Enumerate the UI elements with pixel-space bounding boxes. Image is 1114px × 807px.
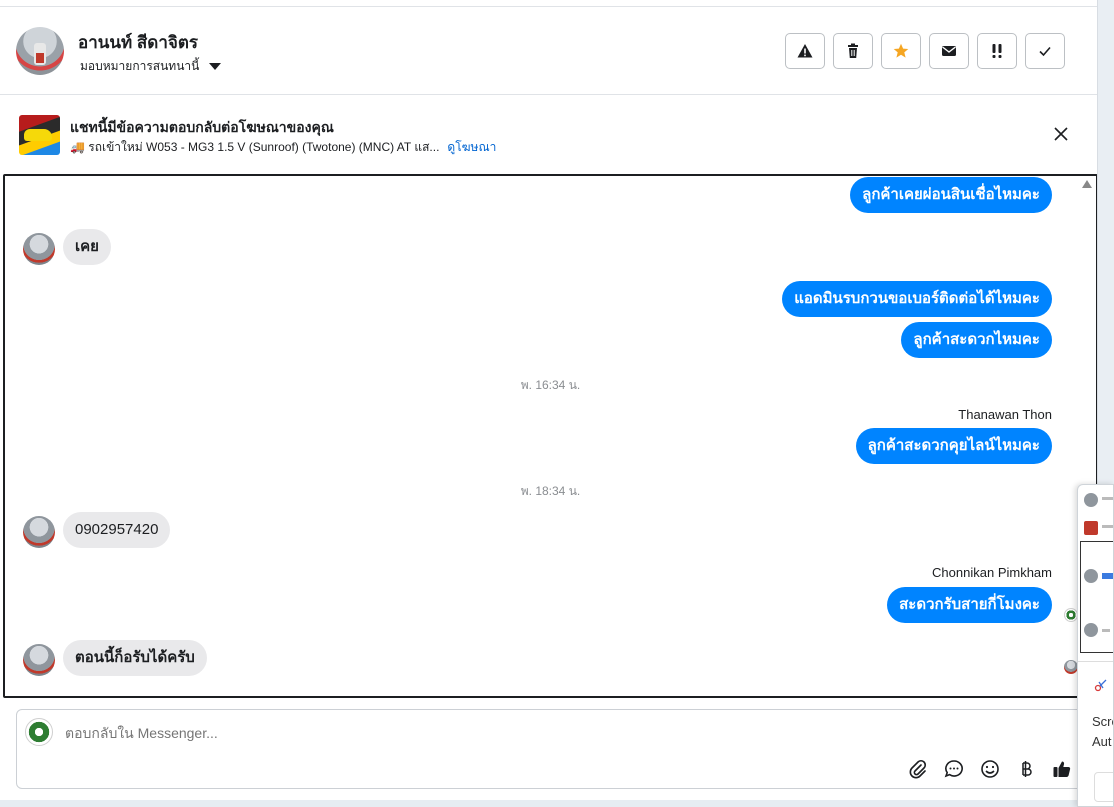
messenger-conversation-window: อานนท์ สีดาจิตร มอบหมายการสนทนานี้ แชทนี… xyxy=(0,0,1114,807)
overlay-text-line1: Scre xyxy=(1092,714,1113,729)
message-thread[interactable]: ลูกค้าเคยผ่อนสินเชื่อไหมคะ เคย แอดมินรบก… xyxy=(3,174,1098,698)
overlay-action-box[interactable] xyxy=(1094,772,1113,802)
like-button[interactable] xyxy=(1051,758,1073,780)
overlay-text-line2: Aut xyxy=(1092,734,1112,749)
assign-label: มอบหมายการสนทนานี้ xyxy=(80,59,200,73)
mini-highlight xyxy=(1102,573,1113,579)
window-bottom-edge xyxy=(0,800,1097,807)
mini-line xyxy=(1102,629,1110,632)
mini-avatar xyxy=(1084,569,1098,583)
reply-input[interactable] xyxy=(65,725,765,741)
header-actions xyxy=(785,33,1065,69)
sender-name: Chonnikan Pimkham xyxy=(932,565,1052,580)
mini-avatar xyxy=(1084,493,1098,507)
outgoing-message[interactable]: แอดมินรบกวนขอเบอร์ติดต่อได้ไหมคะ xyxy=(782,281,1052,317)
contact-name[interactable]: อานนท์ สีดาจิตร xyxy=(78,29,198,56)
outgoing-message[interactable]: ลูกค้าสะดวกไหมคะ xyxy=(901,322,1052,358)
mini-panel xyxy=(1080,541,1113,653)
trash-icon xyxy=(848,43,858,58)
outgoing-message[interactable]: สะดวกรับสายกี่โมงคะ xyxy=(887,587,1052,623)
smiley-icon xyxy=(981,760,999,778)
checkmark-icon xyxy=(1039,46,1051,57)
thumbs-up-icon xyxy=(1053,761,1071,777)
mini-line xyxy=(1102,497,1113,500)
timestamp: พ. 16:34 น. xyxy=(520,378,581,392)
mini-avatar xyxy=(1084,623,1098,637)
scroll-up-arrow-icon[interactable] xyxy=(1082,180,1092,188)
attach-button[interactable] xyxy=(907,758,929,780)
outgoing-message[interactable]: ลูกค้าเคยผ่อนสินเชื่อไหมคะ xyxy=(850,177,1052,213)
warning-icon xyxy=(797,44,813,58)
assign-conversation-dropdown[interactable]: มอบหมายการสนทนานี้ xyxy=(80,57,222,76)
envelope-icon xyxy=(942,46,956,56)
delete-button[interactable] xyxy=(833,33,873,69)
mini-thumb xyxy=(1084,521,1098,535)
ad-banner-title: แชทนี้มีข้อความตอบกลับต่อโฆษณาของคุณ xyxy=(70,119,334,135)
screenshot-preview-overlay[interactable]: Scre Aut xyxy=(1077,484,1114,807)
incoming-message[interactable]: ตอนนี้ก็อรับได้ครับ xyxy=(63,640,207,676)
paperclip-icon xyxy=(909,759,927,779)
outgoing-message[interactable]: ลูกค้าสะดวกคุยไลน์ไหมคะ xyxy=(855,428,1052,464)
sender-name: Thanawan Thon xyxy=(958,407,1052,422)
snipping-tool-icon xyxy=(1094,679,1107,692)
double-exclamation-icon xyxy=(992,44,1002,58)
chat-bubble-icon xyxy=(944,760,963,778)
page-avatar xyxy=(25,718,53,746)
mini-line xyxy=(1102,525,1113,528)
star-button[interactable] xyxy=(881,33,921,69)
mark-unread-button[interactable] xyxy=(929,33,969,69)
contact-avatar-small[interactable] xyxy=(23,233,55,265)
page-seen-indicator-icon xyxy=(1064,608,1078,622)
ad-banner-subtitle: 🚚 รถเข้าใหม่ W053 - MG3 1.5 V (Sunroof) … xyxy=(70,140,440,154)
timestamp: พ. 18:34 น. xyxy=(520,484,581,498)
view-ad-link[interactable]: ดูโฆษณา xyxy=(447,138,496,157)
baht-icon xyxy=(1022,761,1032,777)
conversation-header: อานนท์ สีดาจิตร มอบหมายการสนทนานี้ xyxy=(0,6,1097,95)
close-icon[interactable] xyxy=(1052,125,1070,143)
caret-down-icon xyxy=(209,63,222,70)
star-icon xyxy=(893,43,909,58)
follow-up-button[interactable] xyxy=(977,33,1017,69)
ad-thumbnail[interactable] xyxy=(19,115,60,155)
composer-tools xyxy=(907,758,1073,780)
ad-banner-subtitle-row: 🚚 รถเข้าใหม่ W053 - MG3 1.5 V (Sunroof) … xyxy=(70,138,496,157)
contact-avatar-small[interactable] xyxy=(23,644,55,676)
incoming-message[interactable]: เคย xyxy=(63,229,111,265)
emoji-button[interactable] xyxy=(979,758,1001,780)
saved-replies-button[interactable] xyxy=(943,758,965,780)
message-composer xyxy=(16,709,1088,789)
incoming-message[interactable]: 0902957420 xyxy=(63,512,171,548)
contact-avatar[interactable] xyxy=(16,27,64,75)
mark-done-button[interactable] xyxy=(1025,33,1065,69)
contact-seen-indicator-icon xyxy=(1064,660,1078,674)
report-spam-button[interactable] xyxy=(785,33,825,69)
payment-button[interactable] xyxy=(1015,758,1037,780)
ad-reply-banner: แชทนี้มีข้อความตอบกลับต่อโฆษณาของคุณ 🚚 ร… xyxy=(0,95,1097,173)
mini-footer: Scre Aut xyxy=(1078,661,1113,806)
contact-avatar-small[interactable] xyxy=(23,516,55,548)
